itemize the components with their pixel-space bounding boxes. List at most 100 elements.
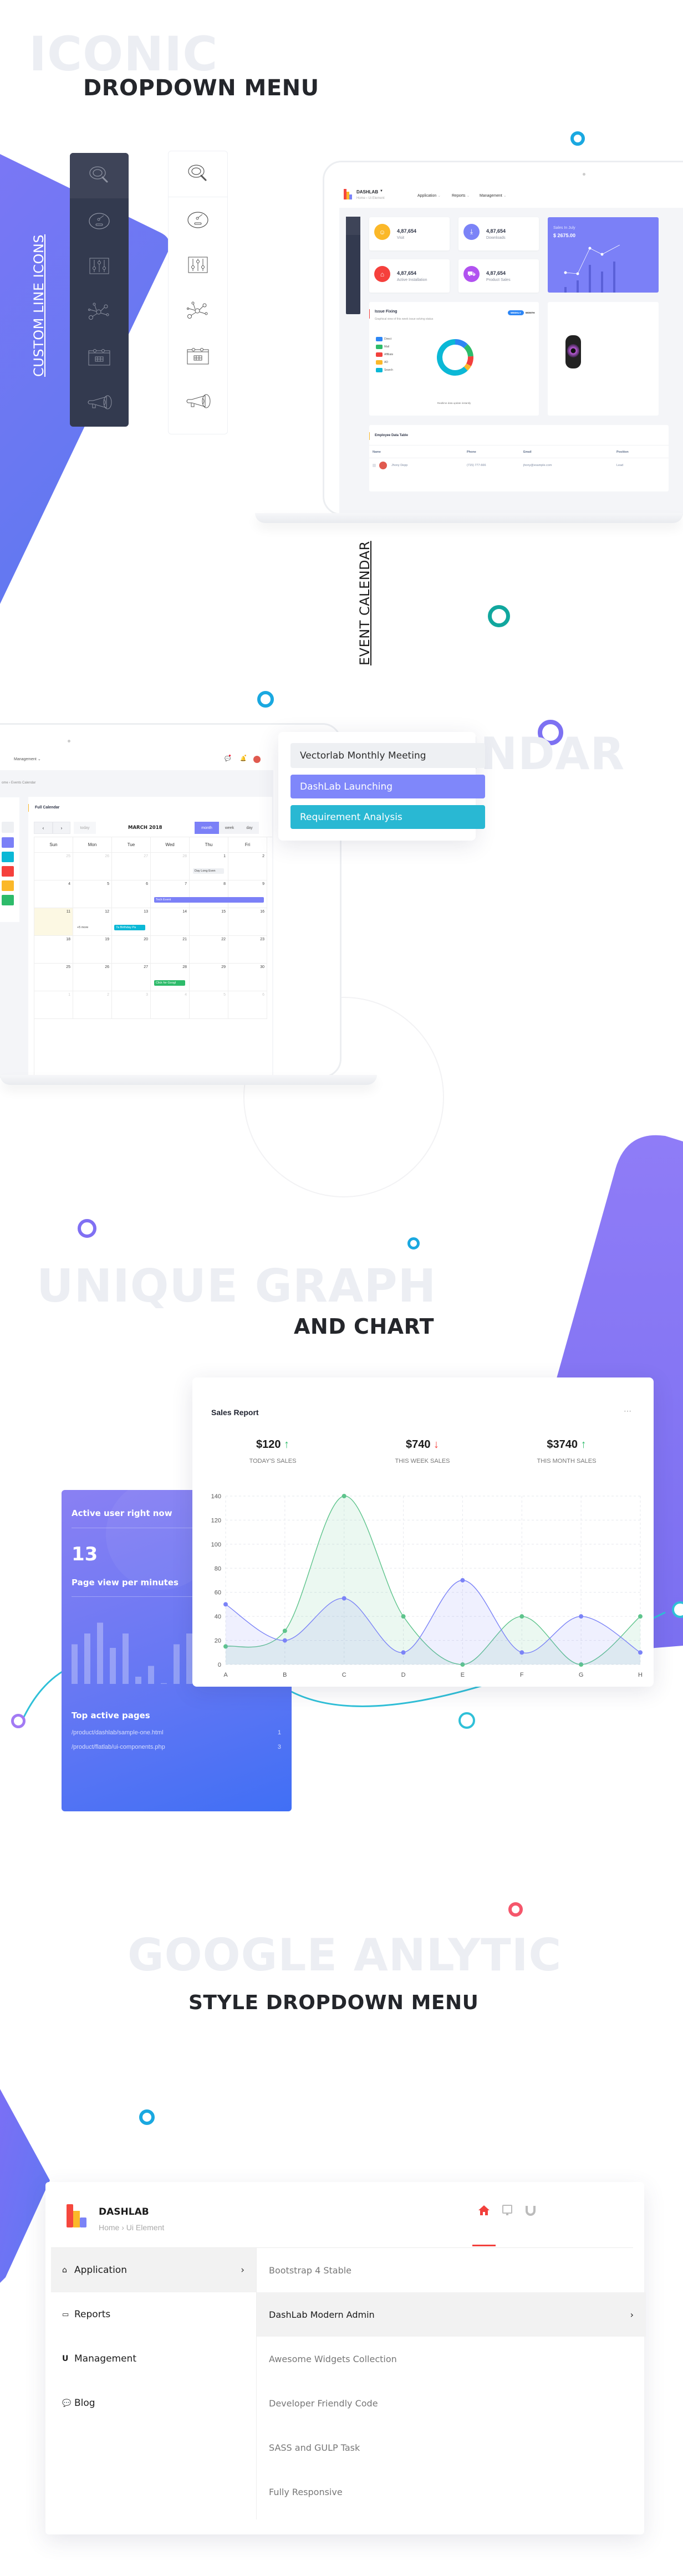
calendar-day[interactable]: 14 (151, 908, 190, 936)
calendar-day[interactable]: 19 (73, 936, 112, 964)
today-button[interactable]: today (74, 822, 96, 834)
chat-icon[interactable]: 💬 (225, 755, 231, 762)
event-more-link[interactable]: +5 more (75, 925, 90, 930)
calendar-day[interactable]: 28 (151, 964, 190, 991)
dark-menu-item-dashboard[interactable] (70, 198, 129, 244)
calendar-day[interactable]: 9 (228, 880, 267, 908)
calendar-day[interactable]: 25 (34, 964, 73, 991)
nav-management[interactable]: Management ⌄ (480, 193, 507, 198)
data-point[interactable] (638, 1614, 643, 1619)
calendar-day[interactable]: 1 (190, 853, 228, 880)
next-month-button[interactable]: › (53, 822, 70, 834)
calendar-day[interactable]: 11 (34, 908, 73, 936)
event-vectorlab-meeting[interactable]: Vectorlab Monthly Meeting (290, 743, 485, 768)
toggle-month[interactable]: MONTH (526, 311, 535, 314)
calendar-day[interactable]: 18 (34, 936, 73, 964)
event-swatch-1[interactable] (2, 837, 14, 848)
data-point[interactable] (223, 1602, 228, 1607)
calendar-day[interactable]: 1 (34, 991, 73, 1019)
calendar-day[interactable]: 28 (151, 853, 190, 880)
view-month-button[interactable]: month (195, 822, 219, 834)
calendar-day[interactable]: 16 (228, 908, 267, 936)
calendar-day[interactable]: 2 (228, 853, 267, 880)
calendar-day[interactable]: 6 (112, 880, 151, 908)
right-item[interactable]: Bootstrap 4 Stable (257, 2248, 646, 2292)
nav-reports[interactable]: Reports ⌄ (452, 193, 470, 198)
toggle-weekly[interactable]: WEEKLY (508, 310, 524, 315)
data-point[interactable] (282, 1628, 287, 1633)
dark-menu-item-marketing[interactable] (70, 380, 129, 426)
light-menu-item-marketing[interactable] (169, 379, 227, 424)
calendar-day[interactable]: 29 (190, 964, 228, 991)
right-item-active[interactable]: DashLab Modern Admin › (257, 2292, 646, 2337)
prev-month-button[interactable]: ‹ (34, 822, 53, 834)
light-menu-item-dashboard[interactable] (169, 197, 227, 243)
table-header-phone[interactable]: Phone (467, 450, 476, 454)
dark-menu-item-settings[interactable] (70, 244, 129, 289)
data-point[interactable] (342, 1494, 346, 1498)
data-point[interactable] (638, 1650, 643, 1655)
calendar-day[interactable]: 4 (34, 880, 73, 908)
calendar-day[interactable]: 22 (190, 936, 228, 964)
nav-application[interactable]: Application ⌄ (417, 193, 441, 198)
nav-management[interactable]: Management ⌄ (14, 757, 41, 761)
data-point[interactable] (519, 1650, 524, 1655)
event-dashlab-launching[interactable]: DashLab Launching (290, 775, 485, 798)
event-birthday[interactable]: 7a Birthday Pa (114, 925, 145, 930)
calendar-day[interactable]: 23 (228, 936, 267, 964)
calendar-day[interactable]: 30 (228, 964, 267, 991)
light-menu-item-settings[interactable] (169, 243, 227, 288)
event-swatch-3[interactable] (2, 866, 14, 877)
more-icon[interactable]: ⋯ (624, 1406, 631, 1416)
data-point[interactable] (579, 1614, 584, 1619)
dark-menu-item-calendar[interactable] (70, 335, 129, 380)
left-item-blog[interactable]: 💬 Blog (51, 2381, 257, 2425)
right-item[interactable]: Developer Friendly Code (257, 2381, 646, 2425)
calendar-day[interactable]: 15 (190, 908, 228, 936)
right-item[interactable]: SASS and GULP Task (257, 2425, 646, 2470)
bell-icon[interactable]: 🔔 (240, 755, 246, 762)
calendar-day[interactable]: 5 (73, 880, 112, 908)
data-point[interactable] (519, 1614, 524, 1619)
top-page-item[interactable]: /product/dashlab/sample-one.html 1 (72, 1729, 281, 1736)
dark-menu-item-network[interactable] (70, 289, 129, 335)
view-day-button[interactable]: day (240, 822, 259, 834)
calendar-day[interactable]: 3 (112, 991, 151, 1019)
event-swatch-5[interactable] (2, 895, 14, 905)
calendar-day[interactable]: 12 (73, 908, 112, 936)
table-header-name[interactable]: Name (373, 450, 381, 454)
tab-management[interactable] (519, 2204, 542, 2246)
table-header-email[interactable]: Email (523, 450, 532, 454)
calendar-day[interactable]: 13 (112, 908, 151, 936)
top-page-item[interactable]: /product/flatlab/ui-components.php 3 (72, 1744, 281, 1750)
calendar-day[interactable]: 5 (190, 991, 228, 1019)
light-menu-item-search[interactable] (169, 151, 227, 197)
view-week-button[interactable]: week (219, 822, 240, 834)
user-avatar[interactable] (253, 756, 261, 763)
event-tech[interactable]: Tech Event (154, 897, 264, 903)
calendar-day[interactable]: 27 (112, 964, 151, 991)
data-point[interactable] (401, 1650, 406, 1655)
left-item-management[interactable]: U Management (51, 2337, 257, 2381)
event-swatch-4[interactable] (2, 880, 14, 891)
data-point[interactable] (282, 1638, 287, 1643)
calendar-day[interactable]: 4 (151, 991, 190, 1019)
data-point[interactable] (401, 1614, 406, 1619)
brand-dropdown-icon[interactable]: ▼ (380, 190, 383, 193)
light-menu-item-calendar[interactable] (169, 334, 227, 379)
data-point[interactable] (342, 1596, 346, 1601)
row-checkbox[interactable] (373, 464, 376, 467)
table-header-position[interactable]: Position (616, 450, 629, 454)
event-swatch-2[interactable] (2, 852, 14, 862)
tab-home[interactable] (472, 2204, 496, 2246)
calendar-day[interactable]: 21 (151, 936, 190, 964)
right-item[interactable]: Fully Responsive (257, 2470, 646, 2514)
event-google[interactable]: Click for Googl (154, 980, 185, 986)
calendar-day[interactable]: 20 (112, 936, 151, 964)
calendar-day[interactable]: 6 (228, 991, 267, 1019)
event-day-long[interactable]: Day Long Even (193, 868, 224, 874)
calendar-day[interactable]: 7 (151, 880, 190, 908)
calendar-day[interactable]: 25 (34, 853, 73, 880)
calendar-day[interactable]: 2 (73, 991, 112, 1019)
left-item-application[interactable]: ⌂ Application › (51, 2248, 257, 2292)
